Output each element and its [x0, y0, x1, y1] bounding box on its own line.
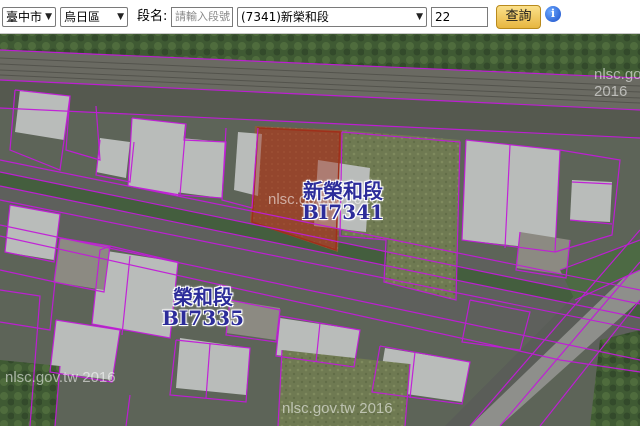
section-number-input[interactable]: 請輸入段號 [171, 7, 233, 27]
district-select[interactable]: 烏日區 ▼ [60, 7, 128, 27]
section-code: BI7341 [302, 200, 384, 224]
lot-number-input[interactable]: 22 [431, 7, 488, 27]
section-select[interactable]: (7341)新榮和段 ▼ [237, 7, 427, 27]
section-code: BI7335 [162, 306, 244, 330]
parcel-label: 新榮和段 BI7341 [288, 181, 398, 223]
city-select[interactable]: 臺中市 ▼ [2, 7, 56, 27]
search-button[interactable]: 查詢 [496, 5, 541, 29]
query-toolbar: 臺中市 ▼ 烏日區 ▼ 段名: 請輸入段號 (7341)新榮和段 ▼ 22 查詢… [0, 0, 640, 34]
watermark: nlsc.gov.tw 2016 [5, 369, 116, 386]
city-select-value: 臺中市 [6, 10, 43, 24]
watermark: nlsc.gov.tw 2016 [594, 66, 640, 100]
chevron-down-icon: ▼ [117, 12, 124, 22]
section-label: 段名: [137, 9, 168, 24]
aerial-imagery [0, 34, 640, 426]
cadastral-map[interactable]: nlsc.gov.tw 2016 nlsc.gov.tw 2016 nlsc.g… [0, 34, 640, 426]
section-name: 榮和段 [173, 285, 233, 309]
watermark: nlsc.gov.tw 2016 [282, 400, 393, 417]
section-select-value: (7341)新榮和段 [241, 10, 329, 24]
chevron-down-icon: ▼ [45, 12, 52, 22]
section-name: 新榮和段 [303, 179, 383, 203]
district-select-value: 烏日區 [64, 10, 101, 24]
parcel-label: 榮和段 BI7335 [148, 287, 258, 329]
chevron-down-icon: ▼ [416, 12, 423, 22]
info-icon[interactable]: i [545, 6, 561, 22]
